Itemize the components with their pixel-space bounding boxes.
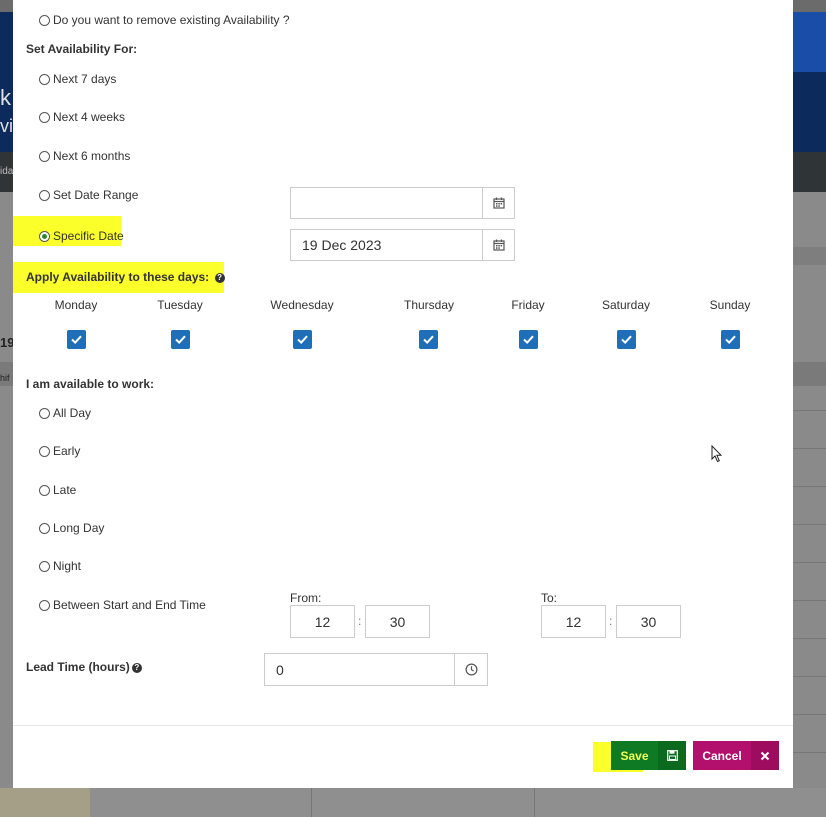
calendar-icon[interactable] xyxy=(482,187,515,219)
cancel-button-label: Cancel xyxy=(702,748,742,763)
day-label-friday: Friday xyxy=(511,298,545,312)
calendar-icon[interactable] xyxy=(482,229,515,261)
radio-button[interactable] xyxy=(39,484,50,496)
checkbox-sunday[interactable] xyxy=(721,330,740,349)
day-label-saturday: Saturday xyxy=(601,298,651,312)
remove-existing-label: Do you want to remove existing Availabil… xyxy=(53,13,290,27)
remove-existing-radio[interactable] xyxy=(39,14,50,26)
set-availability-heading: Set Availability For: xyxy=(26,42,138,56)
option-set-date-range[interactable]: Set Date Range xyxy=(39,188,138,202)
cancel-button[interactable]: Cancel xyxy=(693,741,779,770)
lead-time-input[interactable]: 0 xyxy=(264,653,455,686)
radio-button[interactable] xyxy=(39,150,50,162)
checkbox-friday[interactable] xyxy=(519,330,538,349)
option-label: Long Day xyxy=(53,521,105,535)
option-label: Set Date Range xyxy=(53,188,139,202)
available-to-work-heading: I am available to work: xyxy=(26,377,155,391)
option-label: Next 7 days xyxy=(53,72,117,86)
availability-modal: Do you want to remove existing Availabil… xyxy=(13,0,793,788)
floppy-disk-icon xyxy=(658,741,686,770)
checkbox-saturday[interactable] xyxy=(617,330,636,349)
option-next-4-weeks[interactable]: Next 4 weeks xyxy=(39,110,125,124)
to-label: To: xyxy=(541,591,558,605)
option-label: Next 4 weeks xyxy=(53,110,126,124)
work-option-between-times[interactable]: Between Start and End Time xyxy=(39,598,206,612)
background-text: hif xyxy=(0,373,10,383)
save-button-label: Save xyxy=(620,748,649,763)
day-label-sunday: Sunday xyxy=(709,298,751,312)
work-option-late[interactable]: Late xyxy=(39,483,76,497)
from-minute-input[interactable]: 30 xyxy=(365,605,430,638)
option-label: Late xyxy=(53,483,77,497)
radio-button[interactable] xyxy=(39,111,50,123)
radio-button[interactable] xyxy=(39,599,50,611)
option-next-6-months[interactable]: Next 6 months xyxy=(39,149,130,163)
option-label: Between Start and End Time xyxy=(53,598,206,612)
to-hour-input[interactable]: 12 xyxy=(541,605,606,638)
day-label-monday: Monday xyxy=(54,298,98,312)
lead-time-label-text: Lead Time (hours) xyxy=(26,660,130,674)
remove-existing-option[interactable]: Do you want to remove existing Availabil… xyxy=(39,13,290,27)
time-separator: : xyxy=(609,614,613,628)
time-separator: : xyxy=(358,614,362,628)
day-label-tuesday: Tuesday xyxy=(157,298,203,312)
work-option-night[interactable]: Night xyxy=(39,559,81,573)
checkbox-tuesday[interactable] xyxy=(171,330,190,349)
radio-button[interactable] xyxy=(39,73,50,85)
radio-button-selected[interactable] xyxy=(39,230,50,242)
option-label: Specific Date xyxy=(53,229,124,243)
radio-button[interactable] xyxy=(39,560,50,572)
checkbox-monday[interactable] xyxy=(67,330,86,349)
help-icon[interactable]: ? xyxy=(214,272,225,283)
checkbox-wednesday[interactable] xyxy=(293,330,312,349)
close-icon xyxy=(751,741,779,770)
radio-button[interactable] xyxy=(39,189,50,201)
day-label-thursday: Thursday xyxy=(403,298,455,312)
radio-button[interactable] xyxy=(39,407,50,419)
work-option-long-day[interactable]: Long Day xyxy=(39,521,104,535)
background-text: k xyxy=(0,85,11,110)
background-text: ida xyxy=(0,166,14,177)
apply-days-heading-text: Apply Availability to these days: xyxy=(26,270,210,284)
radio-button[interactable] xyxy=(39,445,50,457)
mouse-cursor-icon xyxy=(711,444,723,468)
option-label: All Day xyxy=(53,406,92,420)
option-label: Next 6 months xyxy=(53,149,131,163)
option-next-7-days[interactable]: Next 7 days xyxy=(39,72,116,86)
to-minute-input[interactable]: 30 xyxy=(616,605,681,638)
save-button[interactable]: Save xyxy=(611,741,686,770)
clock-icon[interactable] xyxy=(454,653,488,686)
option-specific-date[interactable]: Specific Date xyxy=(39,229,124,243)
specific-date-input[interactable]: 19 Dec 2023 xyxy=(290,229,483,261)
background-footer xyxy=(0,788,826,817)
from-hour-input[interactable]: 12 xyxy=(290,605,355,638)
from-label: From: xyxy=(290,591,322,605)
help-icon[interactable]: ? xyxy=(131,662,142,673)
date-range-input[interactable] xyxy=(290,187,483,219)
checkbox-thursday[interactable] xyxy=(419,330,438,349)
modal-footer-divider xyxy=(13,725,793,726)
apply-days-heading: Apply Availability to these days: ? xyxy=(26,270,225,284)
option-label: Early xyxy=(53,444,81,458)
radio-button[interactable] xyxy=(39,522,50,534)
day-label-wednesday: Wednesday xyxy=(270,298,334,312)
work-option-early[interactable]: Early xyxy=(39,444,80,458)
option-label: Night xyxy=(53,559,82,573)
lead-time-label: Lead Time (hours)? xyxy=(26,660,142,674)
work-option-all-day[interactable]: All Day xyxy=(39,406,91,420)
